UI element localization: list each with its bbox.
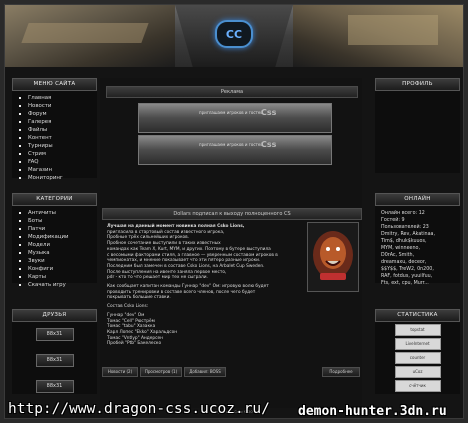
stat-counter-badge[interactable]: LiveInternet — [394, 338, 441, 350]
article-line: Пробей "Ptb" Бакелеско — [107, 341, 162, 347]
online-title: ОНЛАЙН — [375, 193, 460, 206]
category-item[interactable]: Античиты — [19, 209, 97, 217]
menu-item[interactable]: Мониторинг — [19, 174, 97, 182]
read-more-button[interactable]: Подробнее — [322, 367, 360, 377]
menu-item[interactable]: Стрим — [19, 150, 97, 158]
menu-title: МЕНЮ САЙТА — [12, 78, 97, 91]
category-item[interactable]: Звуки — [19, 257, 97, 265]
category-item[interactable]: Конфиги — [19, 265, 97, 273]
stat-counter-badge[interactable]: счётчик — [394, 380, 441, 392]
stat-counter-badge[interactable]: topstat — [394, 324, 441, 336]
menu-item[interactable]: Файлы — [19, 126, 97, 134]
category-item[interactable]: Музыка — [19, 249, 97, 257]
menu-item[interactable]: Форум — [19, 110, 97, 118]
category-item[interactable]: Модификации — [19, 233, 97, 241]
stats-block: СТАТИСТИКА topstat LiveInternet counter … — [375, 309, 460, 394]
menu-item[interactable]: Магазин — [19, 166, 97, 174]
profile-block: ПРОФИЛЬ — [375, 78, 460, 173]
news-title[interactable]: Dollars подписал к выходу полноценного C… — [102, 208, 362, 220]
team-mascot-image — [307, 222, 359, 292]
watermark-right-url: demon-hunter.3dn.ru — [298, 404, 447, 419]
ad-banner-brand: Css — [261, 108, 277, 117]
stat-counter-badge[interactable]: uCoz — [394, 366, 441, 378]
ad-banner-brand: Css — [261, 140, 277, 149]
online-line: Гостей: 9 — [381, 218, 405, 223]
online-line: Пользователей: 23 — [381, 225, 429, 230]
ad-banner[interactable]: приглашаем игроков и гостей Css — [138, 103, 332, 133]
menu-item[interactable]: Главная — [19, 94, 97, 102]
header-right-artwork — [293, 5, 463, 67]
categories-title: КАТЕГОРИИ — [12, 193, 97, 206]
category-item[interactable]: Модели — [19, 241, 97, 249]
categories-block: КАТЕГОРИИ Античиты Боты Патчи Модификаци… — [12, 193, 97, 288]
friends-block: ДРУЗЬЯ 88x31 88x31 88x31 — [12, 309, 97, 394]
profile-title: ПРОФИЛЬ — [375, 78, 460, 91]
online-line[interactable]: dreamaxu, deceor, — [381, 259, 454, 266]
menu-item[interactable]: Галерея — [19, 118, 97, 126]
online-list: Онлайн всего: 12 Гостей: 9 Пользователей… — [375, 206, 460, 291]
online-line: Онлайн всего: 12 — [381, 211, 425, 216]
ad-banner-text: приглашаем игроков и гостей — [199, 142, 263, 147]
header-left-artwork — [5, 5, 175, 67]
online-line[interactable]: Dmitry, Rev, Akatinaa, — [381, 231, 454, 238]
stat-counter-badge[interactable]: counter — [394, 352, 441, 364]
stats-title: СТАТИСТИКА — [375, 309, 460, 322]
category-item[interactable]: Скачать игру — [19, 281, 97, 289]
online-line[interactable]: Tim$, dhuk$kuuos, — [381, 238, 454, 245]
ad-banner-text: приглашаем игроков и гостей — [199, 110, 263, 115]
watermark-left-url: http://www.dragon-css.ucoz.ru/ — [8, 401, 270, 417]
news-category-link[interactable]: Новости (2) — [102, 367, 138, 377]
online-line[interactable]: RAF, fotdus, yuuilfuu, — [381, 273, 454, 280]
online-line[interactable]: MYM, winneeno, — [381, 245, 454, 252]
category-item[interactable]: Карты — [19, 273, 97, 281]
online-line[interactable]: D0rAc, Smith, — [381, 252, 454, 259]
menu-item[interactable]: Новости — [19, 102, 97, 110]
online-block: ОНЛАЙН Онлайн всего: 12 Гостей: 9 Пользо… — [375, 193, 460, 286]
site-logo[interactable]: CC — [215, 20, 253, 48]
friend-banner[interactable]: 88x31 — [35, 328, 74, 341]
menu-block: МЕНЮ САЙТА Главная Новости Форум Галерея… — [12, 78, 97, 181]
menu-item[interactable]: Контент — [19, 134, 97, 142]
categories-list: Античиты Боты Патчи Модификации Модели М… — [12, 206, 97, 289]
menu-item[interactable]: Турниры — [19, 142, 97, 150]
menu-list: Главная Новости Форум Галерея Файлы Конт… — [12, 91, 97, 182]
adv-title: Реклама — [106, 86, 358, 98]
news-author[interactable]: Добавил: BOSS — [184, 367, 226, 377]
friend-banner[interactable]: 88x31 — [35, 354, 74, 367]
online-line[interactable]: $$Y$$, TreW2, 0n200, — [381, 266, 454, 273]
friend-banner[interactable]: 88x31 — [35, 380, 74, 393]
friends-title: ДРУЗЬЯ — [12, 309, 97, 322]
category-item[interactable]: Патчи — [19, 225, 97, 233]
category-item[interactable]: Боты — [19, 217, 97, 225]
lion-mascot-icon — [313, 231, 353, 280]
online-line[interactable]: Fts, ext, cpu, Murr... — [381, 280, 454, 287]
ad-banner[interactable]: приглашаем игроков и гостей Css — [138, 135, 332, 165]
menu-item[interactable]: FAQ — [19, 158, 97, 166]
news-views: Просмотров (1) — [140, 367, 182, 377]
